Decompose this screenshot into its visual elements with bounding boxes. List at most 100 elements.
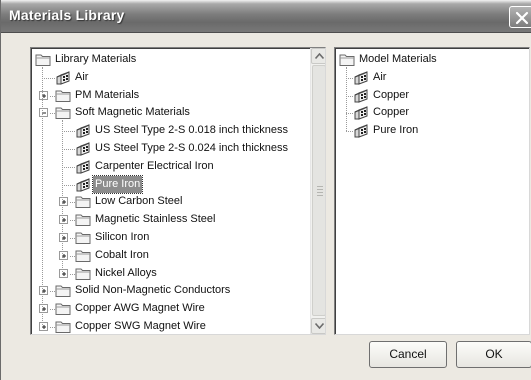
tree-connector [50,113,55,115]
tree-connector [42,77,55,79]
tree-item-label: Library Materials [55,53,137,65]
expand-toggle[interactable] [39,322,48,331]
tree-item-label: Copper [373,88,410,101]
expand-toggle[interactable] [39,286,48,296]
library-tree-item[interactable]: Air [31,69,309,86]
expand-toggle[interactable] [59,268,68,278]
expand-toggle[interactable] [59,197,68,207]
library-tree-item[interactable]: Copper SWG Magnet Wire [31,318,309,334]
folder-icon [75,266,91,281]
folder-icon [75,248,91,263]
library-tree-item[interactable]: Soft Magnetic Materials [31,104,309,121]
material-icon [353,105,369,121]
collapse-toggle[interactable] [39,108,48,118]
tree-root-library-materials[interactable]: Library Materials [31,51,309,68]
title-bar[interactable]: Materials Library [1,0,531,33]
model-materials-tree[interactable]: Model Materials Air Copper Copper Pure Iron [334,47,530,335]
library-materials-tree[interactable]: Library Materials Air PM Materials Soft Mag… [30,47,326,335]
tree-item-label: Carpenter Electrical Iron [95,159,214,172]
expand-toggle[interactable] [39,304,48,314]
ok-button[interactable]: OK [456,341,531,368]
thumb-grip [317,186,323,187]
material-icon [75,159,91,174]
expand-toggle[interactable] [39,90,48,100]
folder-icon [75,194,91,209]
tree-connector [346,77,353,79]
tree-connector [50,327,55,328]
tree-item-label: Model Materials [359,53,437,65]
folder-icon [55,105,71,120]
scroll-up-button[interactable] [311,48,325,64]
model-tree-item[interactable]: Pure Iron [335,122,529,139]
tree-item-label: Pure Iron [373,124,419,137]
folder-icon [339,52,355,67]
tree-root-model-materials[interactable]: Model Materials [335,51,529,68]
tree-connector [62,184,75,186]
tree-connector [62,166,75,168]
tree-item-label: US Steel Type 2-S 0.018 inch thickness [95,124,289,137]
tree-connector [62,149,75,150]
model-tree-item[interactable]: Copper [335,87,529,104]
tree-item-label: Soft Magnetic Materials [75,106,190,119]
window-title: Materials Library [9,7,125,23]
material-icon [75,141,91,156]
tree-item-label: Pure Iron [91,174,144,194]
tree-connector [70,220,75,222]
model-tree-item[interactable]: Copper [335,104,529,121]
close-icon [515,11,529,25]
tree-item-label: Air [373,70,387,83]
tree-item-label: Copper SWG Magnet Wire [75,320,206,332]
tree-connector [62,131,75,133]
tree-item-label: Magnetic Stainless Steel [95,213,216,226]
folder-icon [75,212,91,227]
folder-icon [35,52,51,67]
tree-connector [70,255,75,257]
materials-library-dialog: Materials Library Library Materials Air … [0,0,531,380]
tree-connector [346,67,347,132]
tree-connector [70,202,75,204]
tree-connector [70,238,75,239]
tree-connector [70,273,75,275]
tree-item-label: US Steel Type 2-S 0.024 inch thickness [95,142,289,154]
cancel-button[interactable]: Cancel [369,341,447,368]
expand-toggle[interactable] [59,233,68,242]
scroll-up-arrow-icon [315,53,324,59]
scroll-thumb[interactable] [312,65,325,316]
material-icon [353,88,369,103]
material-icon [55,70,71,85]
folder-icon [75,230,91,245]
tree-item-label: Silicon Iron [95,231,150,243]
scroll-down-button[interactable] [311,318,325,334]
library-tree-item[interactable]: PM Materials [31,87,309,104]
tree-connector [346,113,353,115]
tree-connector [50,309,55,311]
tree-item-label: Copper [373,106,410,119]
material-icon [353,70,369,85]
expand-toggle[interactable] [59,215,68,225]
material-icon [75,177,91,192]
scroll-down-arrow-icon [315,323,324,329]
tree-connector [62,120,63,274]
expand-toggle[interactable] [59,250,68,260]
library-tree-scrollbar[interactable] [310,48,325,334]
library-tree-item[interactable]: Copper AWG Magnet Wire [31,300,309,317]
tree-connector [42,67,43,327]
tree-connector [346,131,353,133]
folder-icon [55,88,71,103]
close-button[interactable] [509,6,531,28]
material-icon [75,123,91,138]
library-tree-item[interactable]: Solid Non-Magnetic Conductors [31,282,309,299]
folder-icon [55,283,71,298]
thumb-grip [317,189,323,190]
tree-connector [50,291,55,293]
tree-item-label: Nickel Alloys [95,266,157,279]
tree-item-label: Cobalt Iron [95,248,149,261]
thumb-grip [317,192,323,193]
tree-connector [346,95,353,97]
tree-item-label: Air [75,70,89,83]
model-tree-item[interactable]: Air [335,69,529,86]
material-icon [353,123,369,138]
tree-connector [50,95,55,97]
tree-item-label: Low Carbon Steel [95,195,183,208]
tree-item-label: Solid Non-Magnetic Conductors [75,284,231,297]
